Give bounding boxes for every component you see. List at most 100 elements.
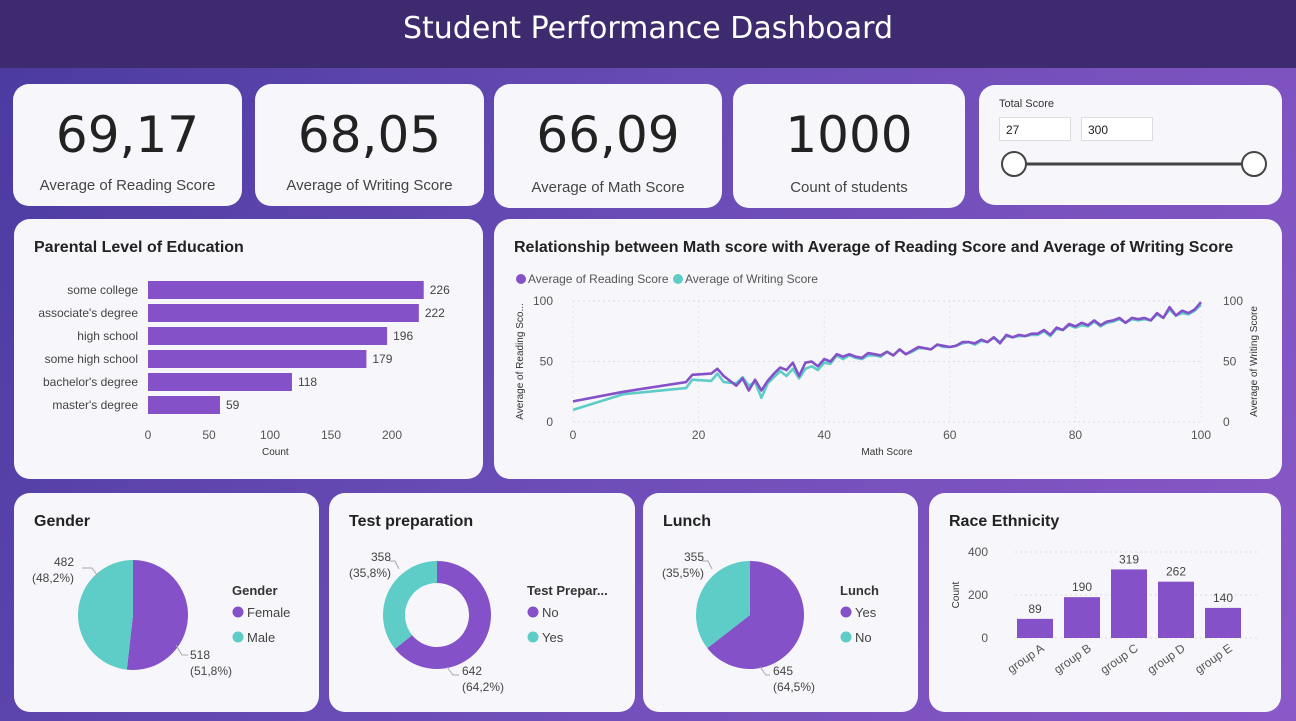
legend-marker xyxy=(673,274,683,284)
y-tick-label-right: 50 xyxy=(1223,355,1237,369)
data-label: 358 xyxy=(371,550,391,564)
y-axis-title-left: Average of Reading Sco... xyxy=(515,303,526,420)
x-tick-label: group D xyxy=(1145,641,1188,677)
y-tick-label: 200 xyxy=(968,588,988,602)
x-tick-label: 60 xyxy=(943,428,957,442)
y-tick-label-left: 50 xyxy=(540,355,554,369)
parental-education-chart: Count 0 50 100 150 200 some college 226 associat… xyxy=(38,281,450,458)
category-label: some college xyxy=(67,283,138,297)
legend-title: Test Prepar... xyxy=(527,583,608,598)
kpi-value: 68,05 xyxy=(297,106,442,164)
data-label: 89 xyxy=(1028,602,1042,616)
legend-marker xyxy=(232,631,244,643)
legend-label: No xyxy=(542,605,559,620)
lunch-card: Lunch 645 (64,5%) 355 (35,5%) Lunch Yes No xyxy=(643,493,918,712)
total-score-slicer: Total Score 27 300 xyxy=(979,85,1282,205)
slicer-min-input[interactable]: 27 xyxy=(999,117,1071,141)
x-tick-label: group E xyxy=(1192,641,1234,677)
kpi-card-writing: 68,05 Average of Writing Score xyxy=(255,84,484,206)
relationship-chart: Average of Reading Score Average of Writi… xyxy=(515,272,1260,458)
data-label: 355 xyxy=(684,550,704,564)
kpi-value: 1000 xyxy=(785,106,913,164)
bar xyxy=(148,327,388,345)
y-tick-label-left: 100 xyxy=(533,294,553,308)
relationship-card: Relationship between Math score with Ave… xyxy=(494,219,1282,479)
bar xyxy=(148,304,419,322)
kpi-card-math: 66,09 Average of Math Score xyxy=(494,84,722,208)
data-label: (51,8%) xyxy=(190,664,232,678)
x-tick-label: group A xyxy=(1005,641,1047,676)
parental-education-card: Parental Level of Education Count 0 50 100 1… xyxy=(14,219,483,479)
kpi-value: 69,17 xyxy=(55,106,200,164)
pie-slice xyxy=(383,561,437,649)
bar xyxy=(148,373,292,391)
legend-label: Yes xyxy=(542,630,564,645)
data-label: 140 xyxy=(1213,591,1233,605)
data-label: (64,5%) xyxy=(773,680,815,694)
legend-label: Male xyxy=(247,630,275,645)
bar xyxy=(1205,607,1241,638)
x-tick-label: 100 xyxy=(1191,428,1211,442)
slider-min-handle[interactable] xyxy=(1001,151,1027,177)
data-label: 518 xyxy=(190,648,210,662)
data-label: (35,5%) xyxy=(662,566,704,580)
slider-max-handle[interactable] xyxy=(1241,151,1267,177)
legend-label: Average of Writing Score xyxy=(685,272,818,286)
data-label: 262 xyxy=(1166,565,1186,579)
test-preparation-card: Test preparation 642 (64,2%) 358 (35,8%) Tes… xyxy=(329,493,635,712)
kpi-label: Average of Math Score xyxy=(531,179,685,196)
data-label: 226 xyxy=(430,283,450,297)
gender-card: Gender 518 (51,8%) 482 (48,2%) Gender Female M… xyxy=(14,493,319,712)
data-label: 642 xyxy=(462,664,482,678)
x-tick-label: group B xyxy=(1051,641,1093,677)
x-tick-label: 80 xyxy=(1069,428,1083,442)
y-tick-label-right: 100 xyxy=(1223,294,1243,308)
kpi-value: 66,09 xyxy=(536,106,680,164)
x-tick-label: 20 xyxy=(692,428,706,442)
bar xyxy=(148,396,220,414)
data-label: 482 xyxy=(54,555,74,569)
legend-marker xyxy=(232,606,244,618)
kpi-card-count: 1000 Count of students xyxy=(733,84,965,208)
reading-score-line xyxy=(572,301,1202,403)
leader-line xyxy=(759,666,770,676)
y-tick-label: 400 xyxy=(968,545,988,559)
category-label: master's degree xyxy=(52,398,138,412)
x-tick-label: group C xyxy=(1098,641,1141,677)
legend-label: No xyxy=(855,630,872,645)
race-ethnicity-chart: 0 200 400 Count 89 group A 190 group B 319 group … xyxy=(951,545,1259,677)
category-label: associate's degree xyxy=(38,306,138,320)
data-label: 645 xyxy=(773,664,793,678)
data-label: 59 xyxy=(226,398,240,412)
kpi-label: Average of Reading Score xyxy=(39,177,216,194)
x-tick-label: 0 xyxy=(570,428,577,442)
y-tick-label-right: 0 xyxy=(1223,415,1230,429)
x-tick-label: 50 xyxy=(202,428,216,442)
legend-label: Female xyxy=(247,605,290,620)
bar xyxy=(1158,581,1194,638)
data-label: 222 xyxy=(425,306,445,320)
legend-marker xyxy=(527,631,539,643)
gender-chart: 518 (51,8%) 482 (48,2%) Gender Female Male xyxy=(32,555,290,678)
kpi-card-reading: 69,17 Average of Reading Score xyxy=(13,84,242,206)
y-axis-title-right: Average of Writing Score xyxy=(1249,306,1260,417)
y-tick-label-left: 0 xyxy=(546,415,553,429)
x-tick-label: 40 xyxy=(818,428,832,442)
slicer-title: Total Score xyxy=(999,98,1055,110)
category-label: bachelor's degree xyxy=(43,375,138,389)
data-label: 118 xyxy=(298,375,317,389)
pie-slice xyxy=(78,560,133,670)
data-label: 319 xyxy=(1119,552,1139,566)
bar xyxy=(148,281,424,299)
kpi-label: Count of students xyxy=(790,179,908,196)
x-axis-title: Math Score xyxy=(861,447,913,458)
kpi-label: Average of Writing Score xyxy=(286,177,453,194)
data-label: 190 xyxy=(1072,580,1092,594)
x-axis-title: Count xyxy=(262,447,289,458)
slicer-max-input[interactable]: 300 xyxy=(1081,117,1153,141)
legend-label: Yes xyxy=(855,605,877,620)
legend-marker xyxy=(840,606,852,618)
data-label: (48,2%) xyxy=(32,571,74,585)
legend-title: Lunch xyxy=(840,583,879,598)
x-tick-label: 150 xyxy=(321,428,341,442)
